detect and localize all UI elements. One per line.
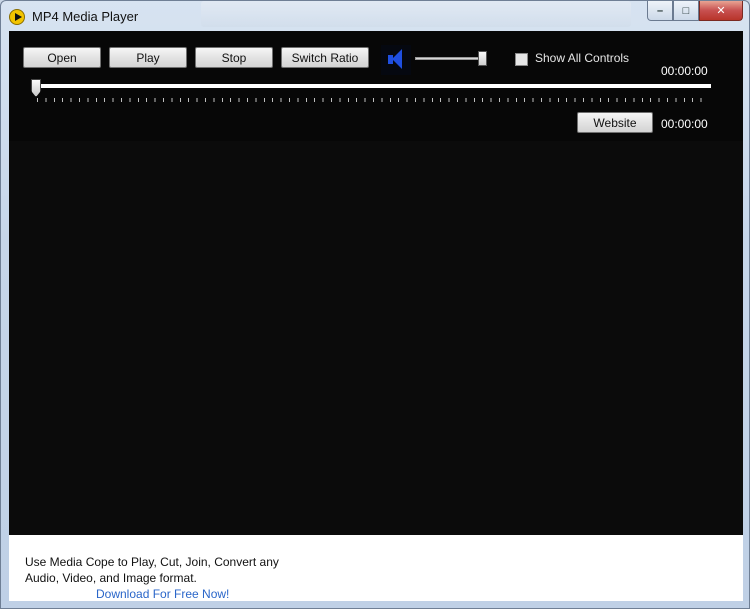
promo-text-line-2: Audio, Video, and Image format. xyxy=(25,571,197,585)
volume-slider-thumb[interactable] xyxy=(478,51,488,66)
maximize-button[interactable]: □ xyxy=(673,1,699,21)
controls-panel: Open Play Stop Switch Ratio Show All Con… xyxy=(9,31,743,141)
website-button[interactable]: Website xyxy=(577,112,653,133)
seek-slider-thumb[interactable] xyxy=(31,79,41,97)
client-area: Open Play Stop Switch Ratio Show All Con… xyxy=(9,31,743,601)
app-window: MP4 Media Player – □ ✕ Open Play Stop Sw… xyxy=(0,0,750,609)
show-all-controls-checkbox[interactable] xyxy=(515,53,528,66)
seek-slider-ticks xyxy=(37,98,709,102)
switch-ratio-button[interactable]: Switch Ratio xyxy=(281,47,369,68)
speaker-icon[interactable] xyxy=(381,45,411,75)
promo-panel: Use Media Cope to Play, Cut, Join, Conve… xyxy=(9,535,743,601)
window-title: MP4 Media Player xyxy=(32,9,139,24)
seek-slider-track[interactable] xyxy=(31,84,711,88)
minimize-button[interactable]: – xyxy=(647,1,673,21)
play-button[interactable]: Play xyxy=(109,47,187,68)
promo-text-line-1: Use Media Cope to Play, Cut, Join, Conve… xyxy=(25,555,279,569)
title-bar[interactable]: MP4 Media Player – □ ✕ xyxy=(1,1,749,31)
speaker-cone xyxy=(392,49,402,69)
open-button[interactable]: Open xyxy=(23,47,101,68)
title-bar-background xyxy=(201,1,631,27)
elapsed-time: 00:00:00 xyxy=(661,64,708,78)
stop-button[interactable]: Stop xyxy=(195,47,273,68)
download-link[interactable]: Download For Free Now! xyxy=(96,587,229,601)
app-play-icon xyxy=(9,9,25,25)
show-all-controls-label[interactable]: Show All Controls xyxy=(535,51,629,65)
window-controls: – □ ✕ xyxy=(647,1,743,22)
video-display[interactable] xyxy=(9,141,743,535)
total-time: 00:00:00 xyxy=(661,117,708,131)
close-button[interactable]: ✕ xyxy=(699,1,743,21)
volume-slider-track[interactable] xyxy=(415,57,487,60)
